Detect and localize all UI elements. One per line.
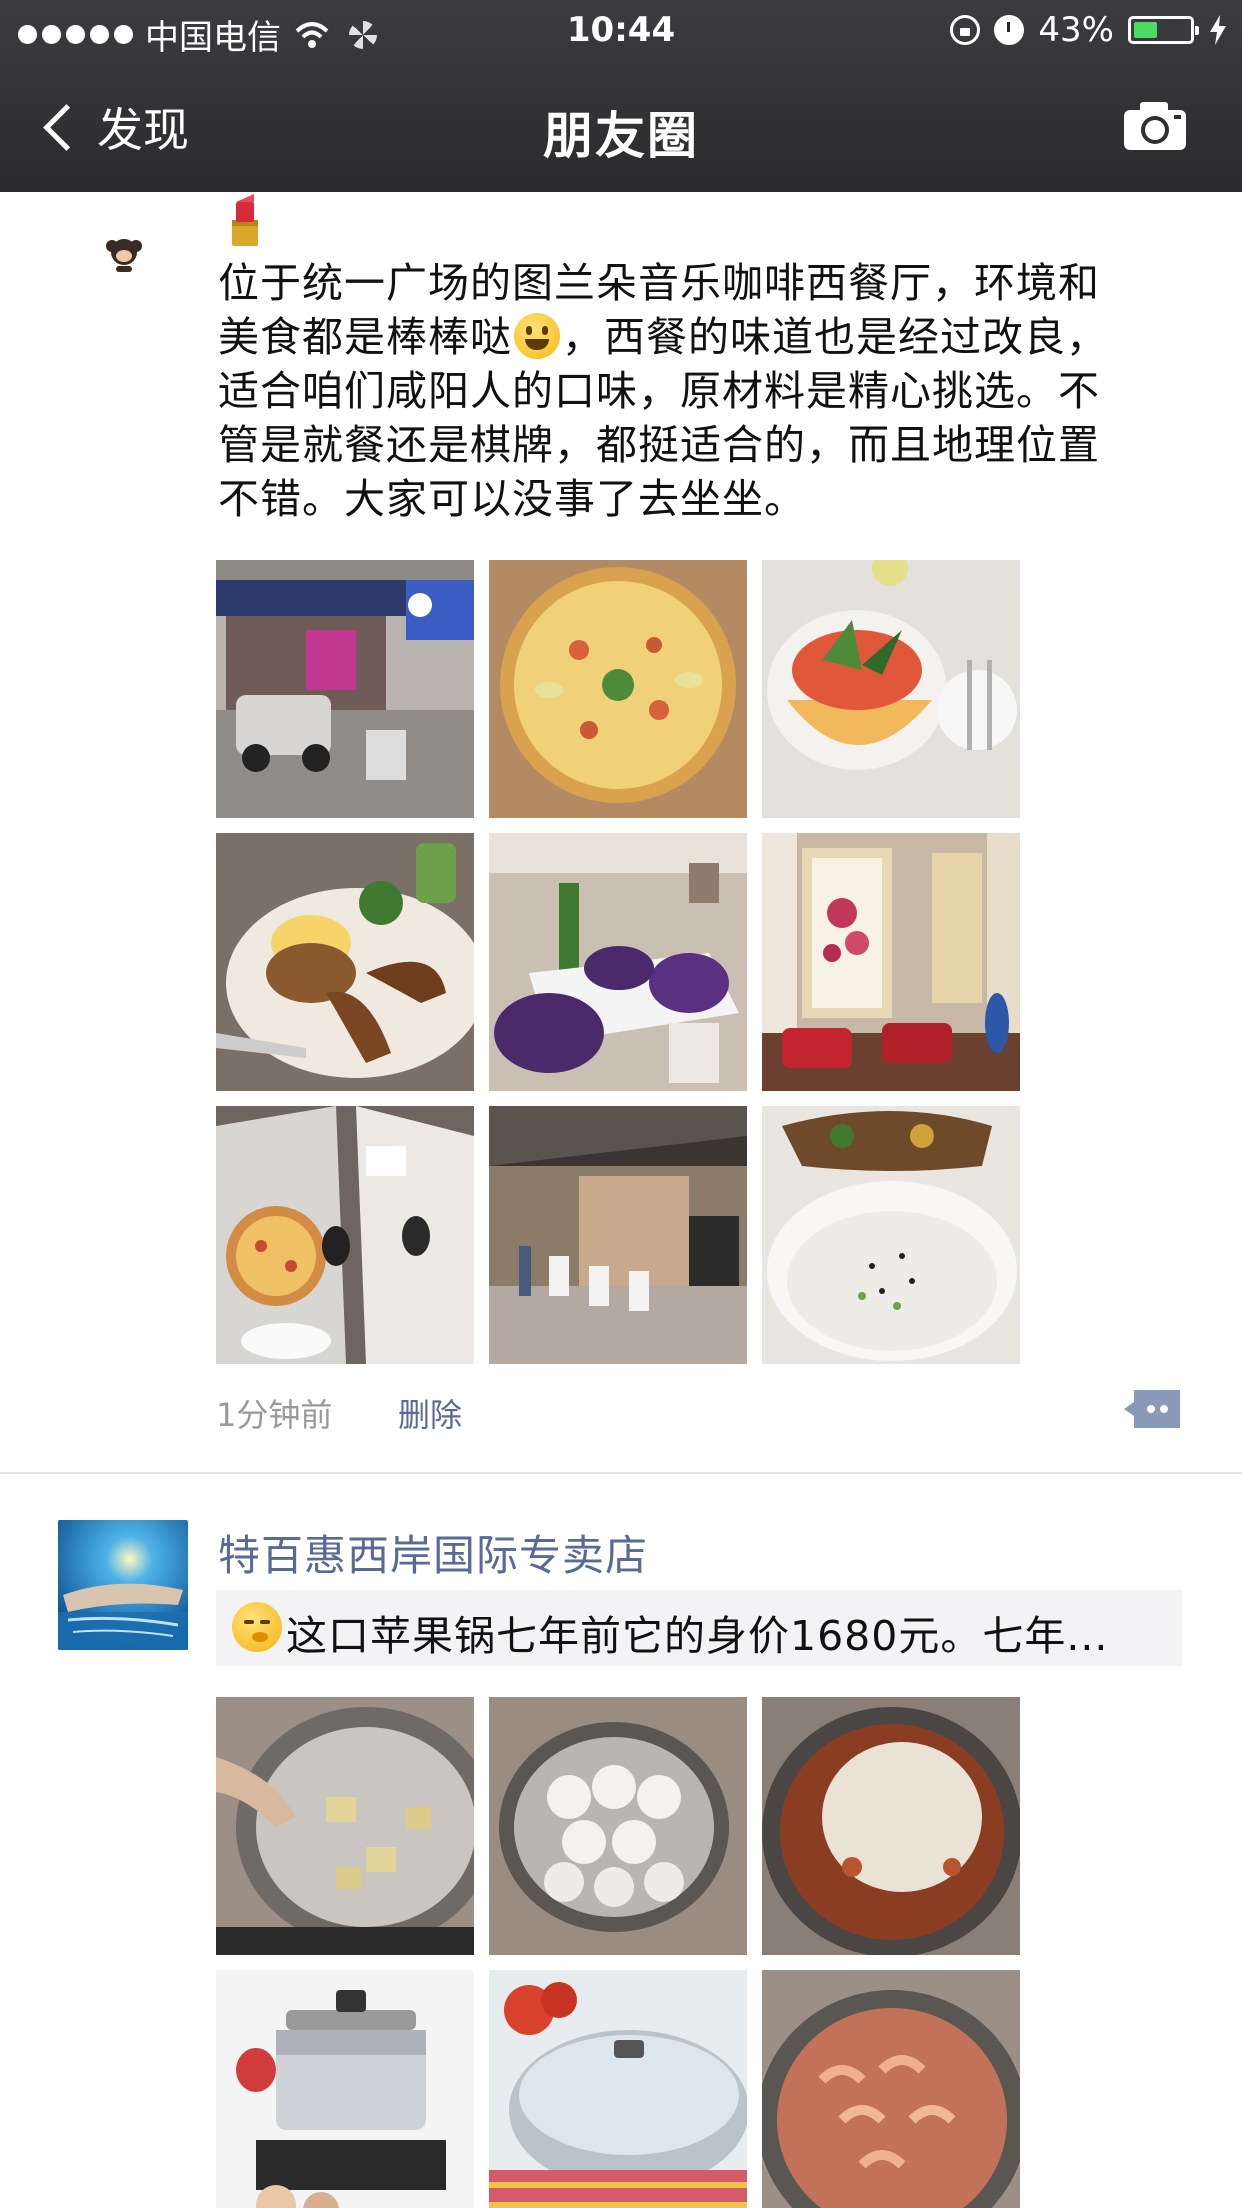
shrimp-pot-image [762,1970,1020,2208]
dining-hall-image [489,1106,747,1364]
alarm-icon [994,15,1025,45]
photo-thumbnail[interactable] [216,560,474,818]
delete-link[interactable]: 删除 [398,1390,462,1436]
photo-thumbnail[interactable] [489,833,747,1091]
page-title: 朋友圈 [543,107,699,165]
photo-thumbnail[interactable] [762,1697,1020,1955]
charging-bolt-icon [1210,15,1226,45]
avatar[interactable] [58,192,188,322]
top-bar: 中国电信 10:44 43% 发现 朋友圈 [0,0,1242,192]
fried-chicken-plate-image [216,833,474,1091]
photo-thumbnail[interactable] [216,1970,474,2208]
pan-cooking-image [216,1697,474,1955]
photo-thumbnail[interactable] [762,560,1020,818]
lipstick-emoji-icon [232,194,258,246]
photo-thumbnail[interactable] [489,560,747,818]
photo-thumbnail[interactable] [489,1697,747,1955]
chinese-painting-corner-image [762,833,1020,1091]
battery-icon [1128,16,1199,44]
pizza-in-pan-image [762,1697,1020,1955]
restaurant-storefront-image [216,560,474,818]
photo-grid [216,560,1020,1364]
post-text: 位于统一广场的图兰朵音乐咖啡西餐厅，环境和美食都是棒棒哒 ，西餐的味道也是经过改良… [218,256,1138,526]
navigation-bar: 发现 朋友圈 [0,62,1242,192]
camera-icon[interactable] [1122,100,1188,152]
steamed-buns-pot-image [489,1697,747,1955]
battery-level [1134,22,1157,38]
comment-icon[interactable] [1124,1390,1180,1428]
hand-water-avatar-image [58,1520,188,1650]
rice-bowl-image [762,1106,1020,1364]
post-meta: 1分钟前 删除 [216,1390,462,1436]
photo-thumbnail[interactable] [216,1697,474,1955]
photo-thumbnail[interactable] [762,1106,1020,1364]
photo-thumbnail[interactable] [762,1970,1020,2208]
fruit-salad-image [762,560,1020,818]
avatar[interactable] [58,1520,188,1650]
photo-thumbnail[interactable] [762,833,1020,1091]
monkey-avatar-image [58,192,188,322]
shared-link-text: 这口苹果锅七年前它的身价1680元。七年... [286,1612,1109,1660]
photo-thumbnail[interactable] [216,833,474,1091]
photo-thumbnail[interactable] [489,1970,747,2208]
post-divider [0,1472,1242,1474]
photo-grid [216,1697,1020,2208]
table-with-pizza-image [216,1106,474,1364]
photo-thumbnail[interactable] [489,1106,747,1364]
status-bar: 中国电信 10:44 43% [0,0,1242,62]
shared-link-box[interactable]: 这口苹果锅七年前它的身价1680元。七年... [216,1590,1182,1666]
moments-screen: 中国电信 10:44 43% 发现 朋友圈 位于统一广场的图兰朵音乐咖啡西餐厅，… [0,0,1242,2208]
glass-lid-pot-image [489,1970,747,2208]
dining-room-purple-image [489,833,747,1091]
steel-pot-stove-image [216,1970,474,2208]
post-time: 1分钟前 [216,1396,333,1434]
photo-thumbnail[interactable] [216,1106,474,1364]
author-name[interactable]: 特百惠西岸国际专卖店 [218,1522,648,1583]
rotation-lock-icon [950,15,981,45]
battery-percent: 43% [1038,10,1114,50]
smiley-emoji-icon [514,313,560,359]
status-right: 43% [950,10,1228,50]
laughing-emoji-icon [232,1602,282,1652]
pizza-image [489,560,747,818]
